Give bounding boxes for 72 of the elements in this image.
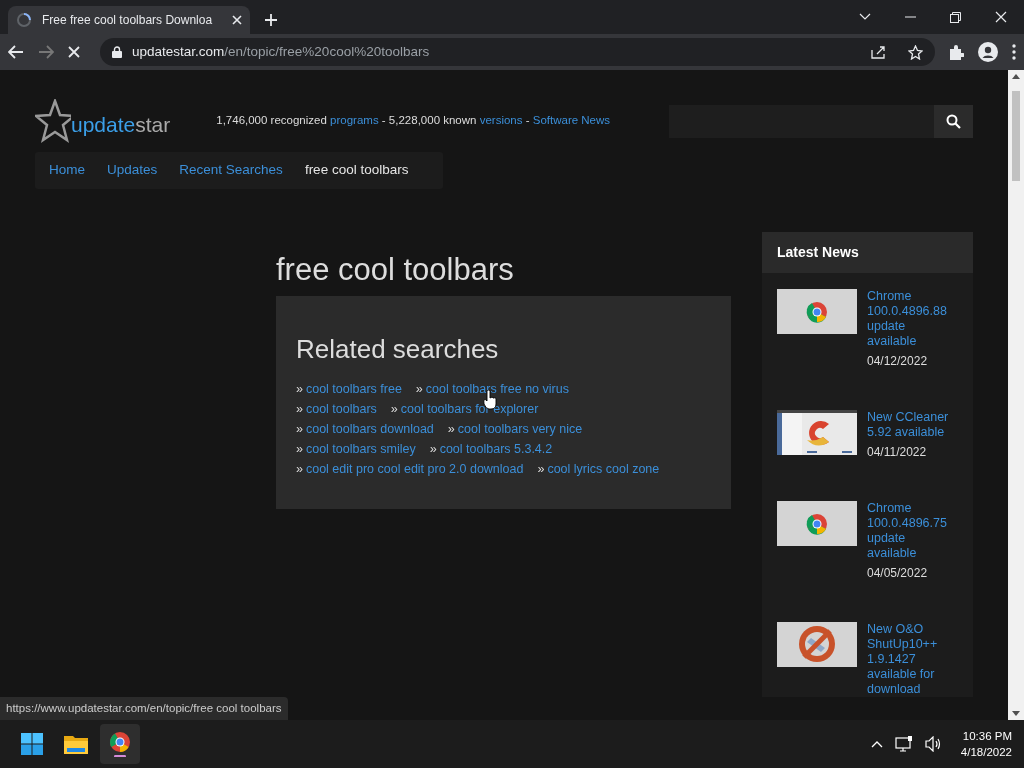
url-text: updatestar.com/en/topic/free%20cool%20toolbars xyxy=(132,42,430,61)
clock[interactable]: 10:36 PM 4/18/2022 xyxy=(960,728,1012,760)
back-icon[interactable] xyxy=(8,45,24,59)
news-link[interactable]: Chrome 100.0.4896.88 update available xyxy=(867,289,958,349)
header-link[interactable]: Software News xyxy=(532,114,611,127)
bullet-glyph: » xyxy=(537,462,545,477)
volume-icon[interactable] xyxy=(924,736,943,752)
bullet-glyph: » xyxy=(429,442,437,457)
news-link[interactable]: Chrome 100.0.4896.75 update available xyxy=(867,501,958,561)
header-link[interactable]: programs xyxy=(330,114,379,127)
search-link[interactable]: cool edit pro cool edit pro 2.0 download xyxy=(305,462,524,477)
restore-icon[interactable] xyxy=(950,11,961,23)
bullet-glyph: » xyxy=(296,402,303,417)
browser-tab[interactable]: Free free cool toolbars Downloa xyxy=(8,6,250,34)
search-link[interactable]: cool toolbars very nice xyxy=(457,422,583,437)
stop-icon[interactable] xyxy=(68,46,80,58)
bullet-glyph: » xyxy=(296,422,303,437)
news-date: 04/05/2022 xyxy=(867,565,929,582)
search-link[interactable]: cool toolbars free no virus xyxy=(425,382,569,397)
folder-icon xyxy=(64,734,88,754)
bullet-glyph: » xyxy=(447,422,455,437)
more-icon[interactable] xyxy=(1012,44,1016,60)
chrome-taskbar-button[interactable] xyxy=(100,724,140,764)
page-title: free cool toolbars xyxy=(276,251,515,289)
nav-link[interactable]: Recent Searches xyxy=(179,160,283,181)
close-icon[interactable] xyxy=(995,11,1007,23)
nav-link[interactable]: Home xyxy=(49,160,85,181)
chevron-down-icon[interactable] xyxy=(859,13,871,21)
share-icon[interactable] xyxy=(871,45,886,59)
news-link[interactable]: New CCleaner 5.92 available xyxy=(867,410,958,440)
profile-icon[interactable] xyxy=(978,42,998,62)
bullet-glyph: » xyxy=(296,382,303,397)
nav-link[interactable]: Updates xyxy=(107,160,158,181)
search-icon xyxy=(946,113,961,129)
bullet-glyph: » xyxy=(296,462,303,477)
lock-icon xyxy=(112,46,122,58)
panel-heading: Latest News xyxy=(762,232,973,273)
scrollbar[interactable] xyxy=(1008,70,1024,720)
search-link[interactable]: cool toolbars xyxy=(305,402,377,417)
news-date: 04/12/2022 xyxy=(867,353,929,370)
network-icon[interactable] xyxy=(894,736,913,752)
scroll-thumb[interactable] xyxy=(1012,91,1020,181)
close-icon[interactable] xyxy=(232,15,242,25)
search-link[interactable]: cool toolbars download xyxy=(305,422,434,437)
windows-logo-icon xyxy=(21,733,43,755)
scroll-down-icon[interactable] xyxy=(1012,711,1020,716)
chrome-icon xyxy=(109,731,131,757)
news-link[interactable]: New O&O ShutUp10++ 1.9.1427 available for download xyxy=(867,622,958,697)
bullet-glyph: » xyxy=(390,402,398,417)
site-logo[interactable]: updatestar xyxy=(35,99,171,143)
stats-text: 1,746,000 recognized xyxy=(216,114,328,127)
status-url: https://www.updatestar.com/en/topic/free cool toolbars xyxy=(0,696,288,720)
address-bar[interactable]: updatestar.com/en/topic/free%20cool%20toolbars xyxy=(100,38,935,66)
forward-icon xyxy=(38,45,54,59)
scroll-up-icon[interactable] xyxy=(1012,74,1020,79)
new-tab-icon[interactable] xyxy=(264,13,278,27)
nav-link[interactable]: free cool toolbars xyxy=(304,160,409,181)
section-heading: Related searches xyxy=(296,334,500,366)
search-button[interactable] xyxy=(934,104,973,138)
search-link[interactable]: cool lyrics cool zone xyxy=(547,462,660,477)
header-link[interactable]: versions xyxy=(479,114,523,127)
bullet-glyph: » xyxy=(296,442,303,457)
search-link[interactable]: cool toolbars smiley xyxy=(305,442,416,457)
news-date: 04/11/2022 xyxy=(867,444,928,461)
stats-text: - 5,228,000 known xyxy=(380,114,478,127)
stats-text: - xyxy=(524,114,531,127)
chevron-up-icon[interactable] xyxy=(870,740,883,748)
search-link[interactable]: cool toolbars 5.3.4.2 xyxy=(439,442,553,457)
star-icon[interactable] xyxy=(908,44,923,60)
search-link[interactable]: cool toolbars free xyxy=(305,382,402,397)
bullet-glyph: » xyxy=(415,382,423,397)
puzzle-icon[interactable] xyxy=(949,44,964,60)
